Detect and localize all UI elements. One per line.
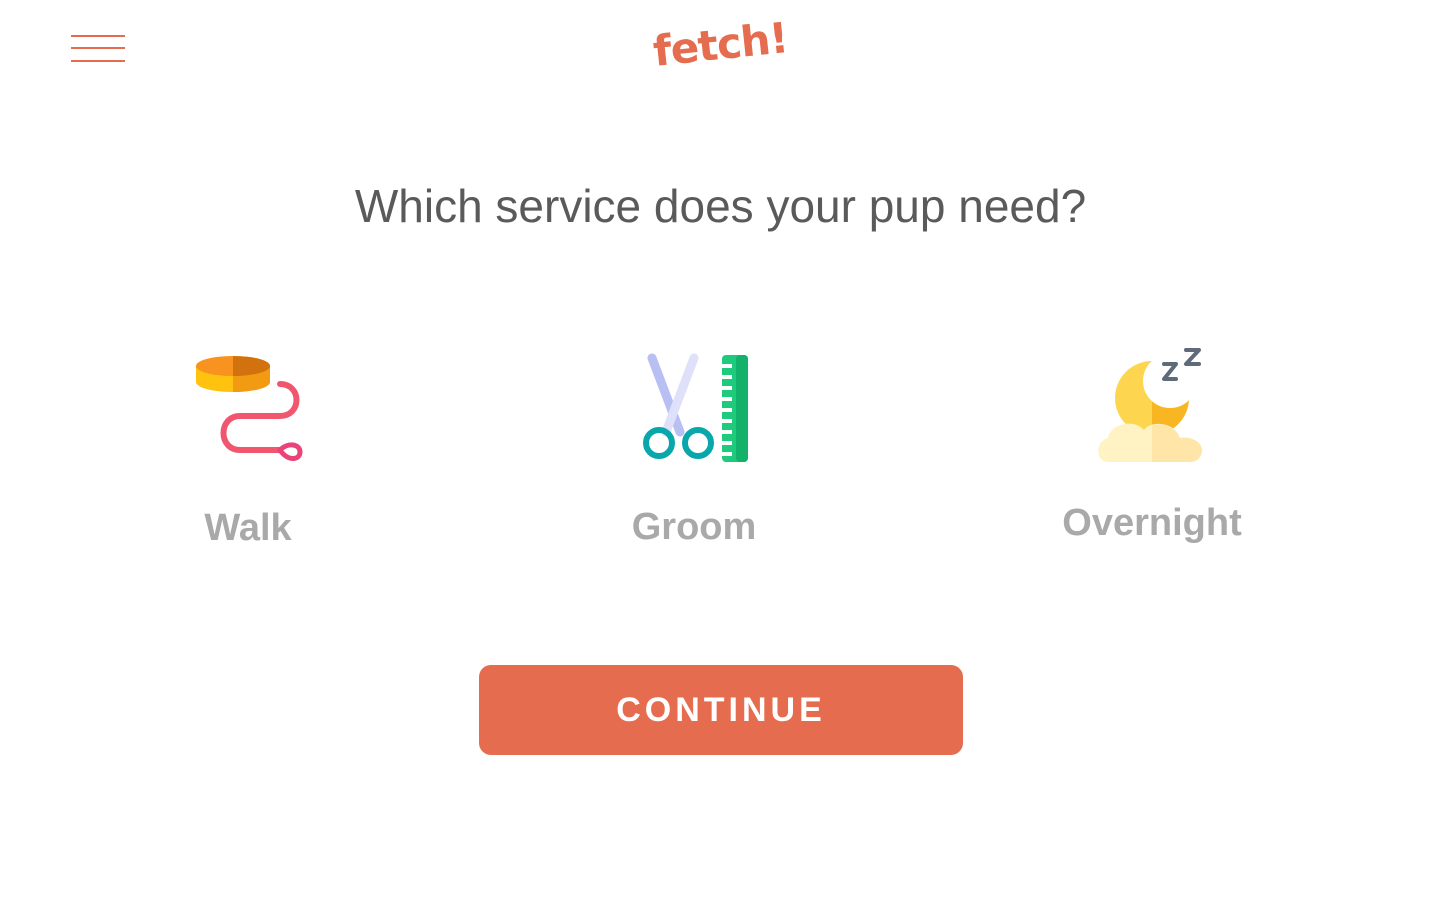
service-label-overnight: Overnight	[1062, 502, 1242, 544]
service-option-overnight[interactable]: Overnight	[1032, 340, 1272, 555]
service-label-walk: Walk	[204, 507, 292, 549]
moon-sleep-icon	[1092, 346, 1212, 466]
service-question: Which service does your pup need?	[354, 180, 1087, 232]
service-label-groom: Groom	[631, 506, 757, 548]
service-option-groom[interactable]: Groom	[574, 342, 814, 557]
service-option-walk[interactable]: Walk	[128, 342, 368, 557]
leash-collar-icon	[188, 352, 308, 472]
continue-button[interactable]: CONTINUE	[479, 665, 963, 755]
logo-text: fetch!	[650, 13, 791, 76]
app-logo: fetch!	[0, 13, 1441, 76]
hamburger-menu-button[interactable]	[64, 26, 132, 72]
scissors-comb-icon	[634, 352, 754, 472]
